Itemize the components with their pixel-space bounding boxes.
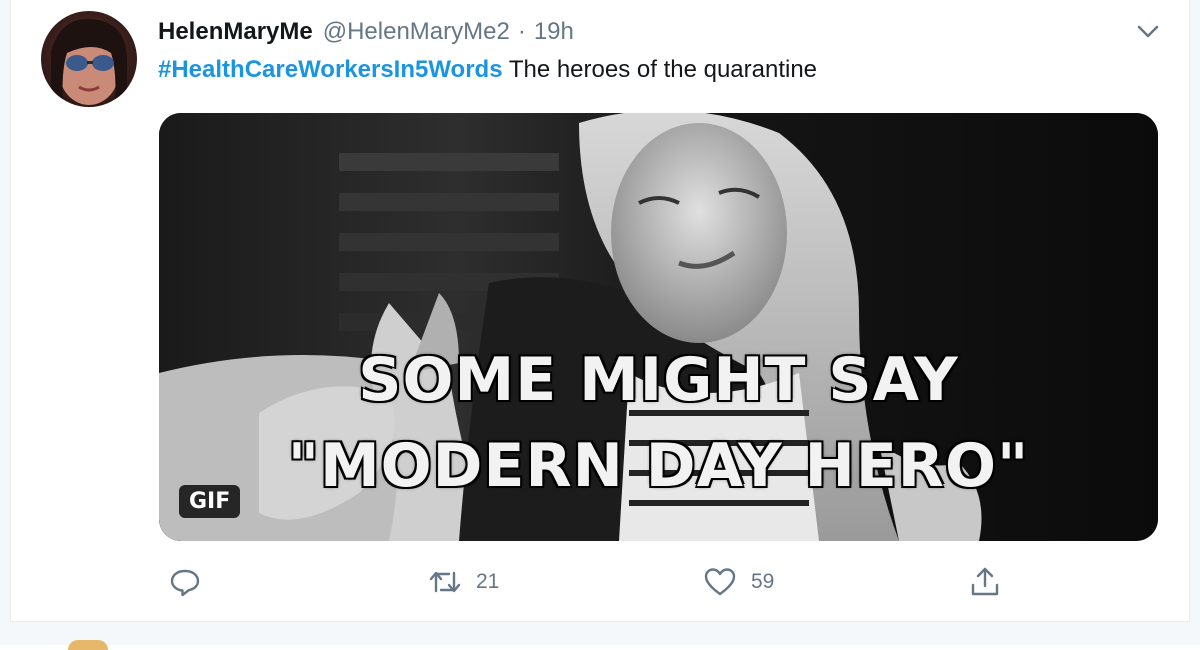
tweet-text: #HealthCareWorkersIn5Words The heroes of… [158,56,817,84]
share-icon [968,565,1002,599]
gif-caption-line-1: SOME MIGHT SAY [358,345,959,415]
reply-button[interactable] [168,560,216,604]
chevron-down-icon[interactable] [1133,16,1163,46]
timeline: HelenMaryMe @HelenMaryMe2 · 19h #HealthC… [0,0,1200,650]
share-button[interactable] [968,560,1002,604]
like-button[interactable]: 59 [703,560,774,604]
tweet-header: HelenMaryMe @HelenMaryMe2 · 19h [158,14,574,50]
tweet-actions: 21 59 [158,560,1018,604]
reply-icon [168,565,202,599]
tweet-body: The heroes of the quarantine [502,56,818,83]
timestamp[interactable]: 19h [534,18,574,46]
retweet-button[interactable]: 21 [428,560,499,604]
retweet-icon [428,565,462,599]
display-name[interactable]: HelenMaryMe [158,18,313,46]
hashtag-link[interactable]: #HealthCareWorkersIn5Words [158,56,503,83]
avatar[interactable] [41,11,137,107]
user-handle[interactable]: @HelenMaryMe2 [323,18,510,46]
gif-badge: GIF [179,485,241,518]
heart-icon [703,565,737,599]
like-count: 59 [751,570,775,593]
gif-caption-line-2: "MODERN DAY HERO" [287,431,1030,501]
avatar-image [51,18,127,107]
separator: · [517,18,526,45]
gif-media[interactable]: SOME MIGHT SAY "MODERN DAY HERO" GIF [159,113,1158,541]
next-tweet-avatar[interactable] [68,640,108,650]
retweet-count: 21 [476,570,500,593]
tweet-card[interactable]: HelenMaryMe @HelenMaryMe2 · 19h #HealthC… [10,0,1190,622]
